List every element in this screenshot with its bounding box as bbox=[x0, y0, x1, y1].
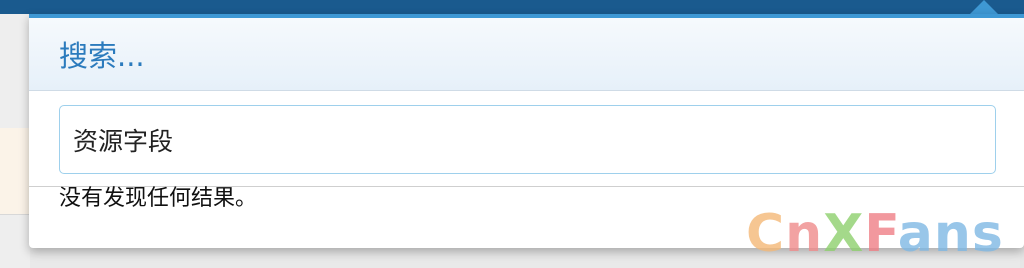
top-navbar bbox=[0, 0, 1024, 14]
no-results-message: 没有发现任何结果。 bbox=[59, 186, 258, 211]
watermark-letter: X bbox=[823, 204, 865, 264]
watermark-letter: F bbox=[864, 204, 898, 264]
background-page-left bbox=[0, 14, 30, 268]
search-input[interactable] bbox=[59, 105, 996, 174]
popup-title: 搜索... bbox=[59, 39, 145, 73]
background-highlight-band bbox=[0, 128, 30, 214]
watermark-letter: n bbox=[785, 204, 824, 264]
watermark-letters: ans bbox=[897, 204, 1004, 264]
popup-caret bbox=[970, 0, 998, 14]
watermark-letter: C bbox=[746, 204, 786, 264]
popup-header: 搜索... bbox=[29, 18, 1024, 91]
search-input-container bbox=[29, 91, 1024, 187]
cnxfans-watermark-logo: CnXFans bbox=[746, 200, 1004, 268]
background-divider bbox=[0, 214, 30, 215]
